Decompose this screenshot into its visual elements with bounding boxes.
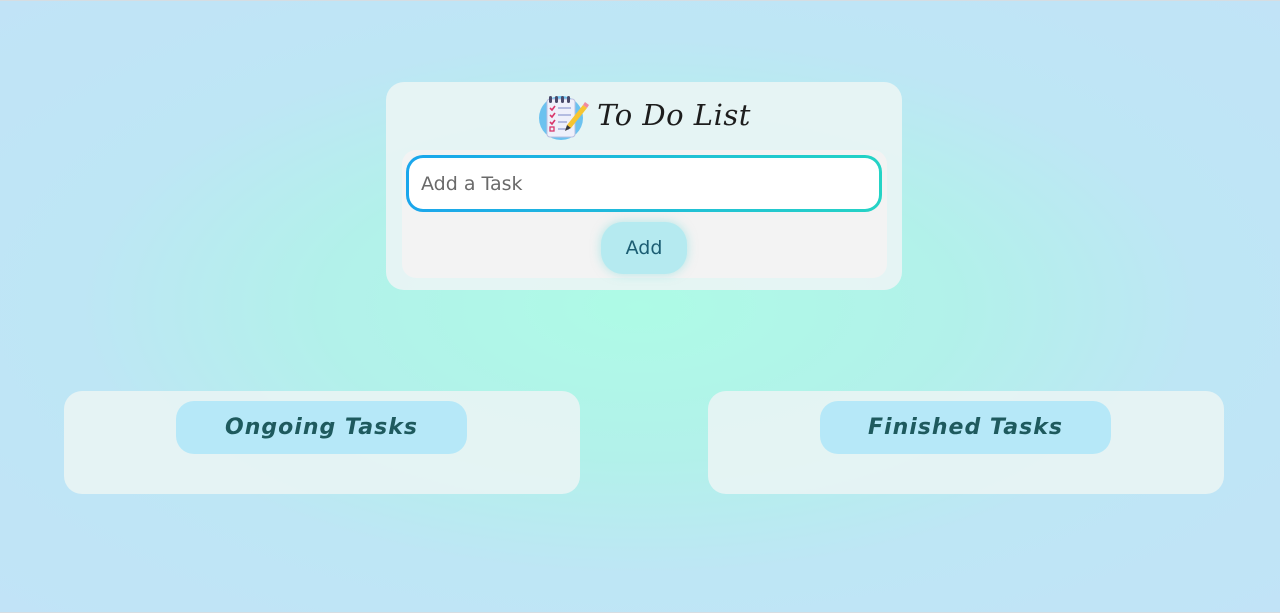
ongoing-tasks-column: Ongoing Tasks [64,391,580,494]
notepad-icon [537,91,590,143]
top-border [0,0,1280,1]
task-input-border [406,155,882,212]
todo-card: To Do List Add [386,82,902,290]
finished-tasks-heading: Finished Tasks [820,401,1111,454]
add-button[interactable]: Add [601,222,687,274]
app-title: To Do List [597,98,751,132]
task-input[interactable] [409,158,879,209]
finished-tasks-column: Finished Tasks [708,391,1224,494]
ongoing-tasks-heading: Ongoing Tasks [176,401,467,454]
app-header: To Do List [386,90,902,144]
